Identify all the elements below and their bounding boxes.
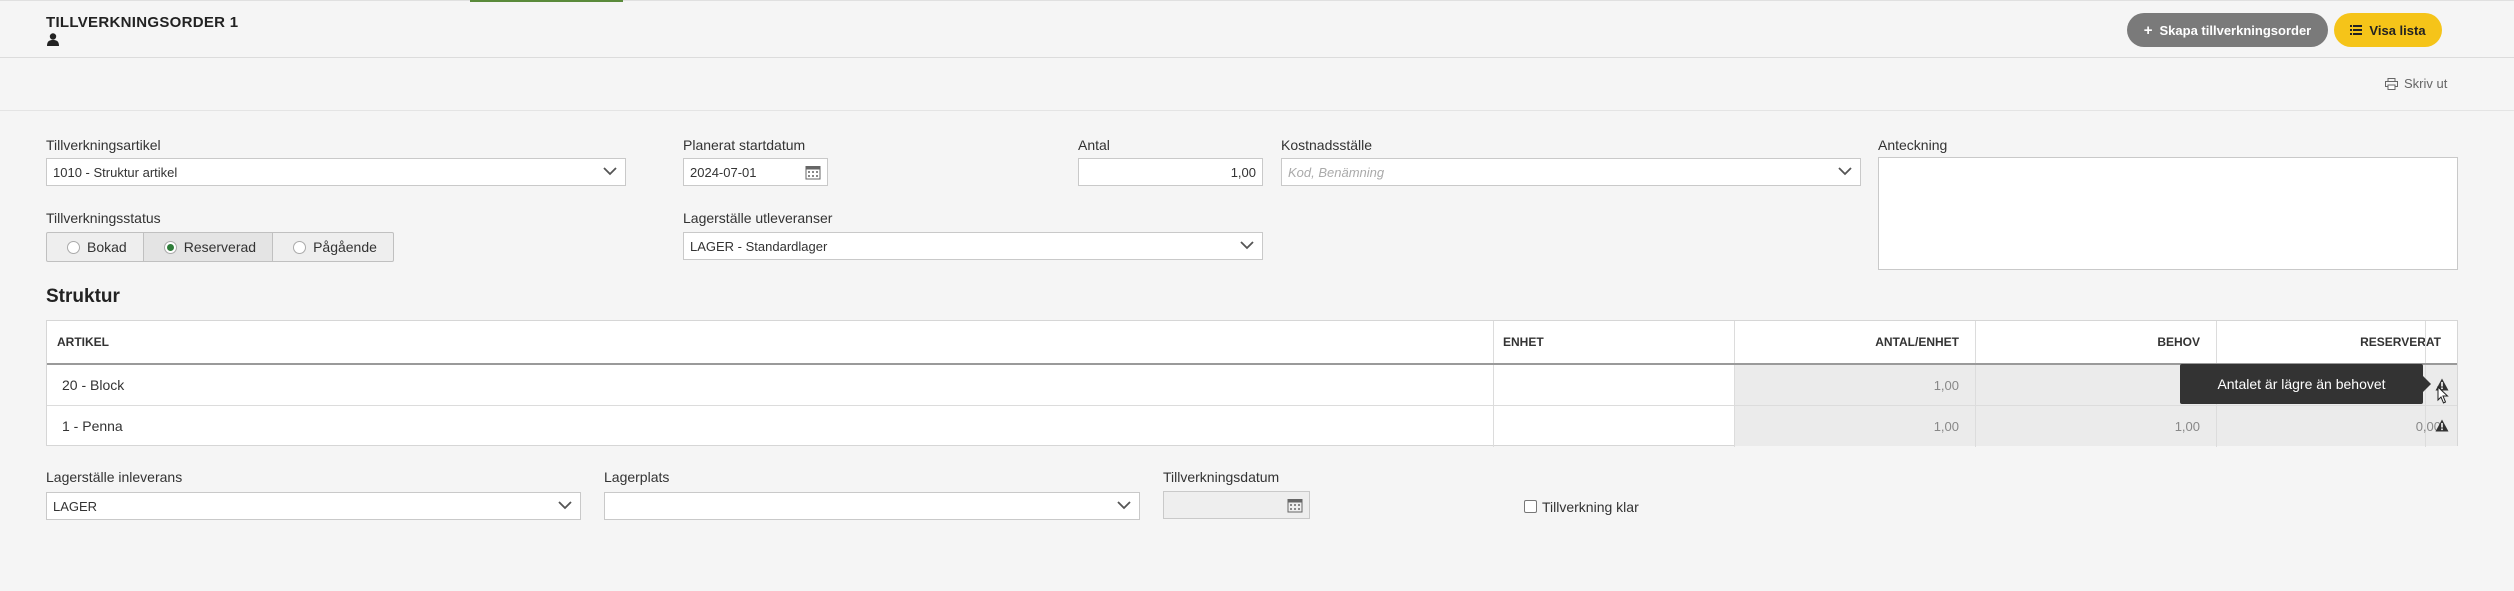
column-divider — [1493, 321, 1494, 447]
column-header-qty-per-unit[interactable]: ANTAL/ENHET — [1735, 321, 1967, 363]
create-production-order-button[interactable]: + Skapa tillverkningsorder — [2127, 13, 2328, 47]
table-row-2-article: 1 - Penna — [62, 418, 123, 434]
cost-center-placeholder: Kod, Benämning — [1288, 164, 1385, 180]
warehouse-out-label: Lagerställe utleveranser — [683, 210, 833, 226]
quantity-value: 1,00 — [1230, 164, 1256, 180]
status-option-bokad[interactable]: Bokad — [47, 233, 144, 261]
column-header-reserved[interactable]: RESERVERAT — [2217, 321, 2449, 363]
create-production-order-label: Skapa tillverkningsorder — [2159, 22, 2312, 38]
production-date-input[interactable] — [1163, 491, 1310, 519]
warehouse-out-select[interactable]: LAGER - Standardlager — [683, 232, 1263, 260]
cost-center-label: Kostnadsställe — [1281, 137, 1373, 153]
header-divider — [47, 363, 2457, 365]
radio-circle-selected — [163, 240, 177, 254]
chevron-down-icon — [1838, 167, 1852, 176]
status-label: Tillverkningsstatus — [46, 210, 161, 226]
status-option-label: Pågående — [313, 239, 377, 255]
note-label: Anteckning — [1878, 137, 1948, 153]
table-row-2-qty-per-unit: 1,00 — [1933, 418, 1959, 434]
list-icon — [2350, 25, 2363, 35]
production-done-label: Tillverkning klar — [1542, 499, 1639, 515]
mouse-cursor-icon — [2437, 386, 2449, 404]
status-option-pagaende[interactable]: Pågående — [273, 233, 393, 261]
page-header: TILLVERKNINGSORDER 1 + Skapa tillverknin… — [0, 1, 2514, 58]
show-list-button[interactable]: Visa lista — [2334, 13, 2442, 47]
cost-center-select[interactable]: Kod, Benämning — [1281, 158, 1861, 186]
quantity-input[interactable]: 1,00 — [1078, 158, 1263, 186]
plus-icon: + — [2143, 21, 2153, 39]
chevron-down-icon — [603, 167, 617, 176]
section-divider — [0, 110, 2514, 111]
status-option-label: Reserverad — [183, 239, 257, 255]
warning-tooltip: Antalet är lägre än behovet — [2180, 364, 2431, 404]
table-row-2-need: 1,00 — [2174, 418, 2200, 434]
print-label: Skriv ut — [2404, 76, 2448, 91]
column-header-need[interactable]: BEHOV — [1976, 321, 2208, 363]
status-option-label: Bokad — [87, 239, 127, 255]
radio-circle — [293, 240, 307, 254]
status-radio-group: Bokad Reserverad Pågående — [46, 232, 394, 262]
start-date-value: 2024-07-01 — [690, 164, 757, 180]
column-header-article[interactable]: ARTIKEL — [57, 321, 1487, 363]
article-value: 1010 - Struktur artikel — [53, 164, 178, 180]
structure-table: ARTIKEL ENHET ANTAL/ENHET BEHOV RESERVER… — [46, 320, 2458, 447]
user-icon — [47, 33, 59, 46]
production-date-label: Tillverkningsdatum — [1163, 469, 1280, 485]
chevron-down-icon — [558, 501, 572, 510]
warehouse-in-label: Lagerställe inleverans — [46, 469, 183, 485]
warehouse-out-value: LAGER - Standardlager — [690, 238, 828, 254]
structure-title: Struktur — [46, 286, 120, 307]
production-done-checkbox[interactable] — [1524, 500, 1537, 513]
article-select[interactable]: 1010 - Struktur artikel — [46, 158, 626, 186]
page-title: TILLVERKNINGSORDER 1 — [46, 14, 239, 31]
start-date-input[interactable]: 2024-07-01 — [683, 158, 828, 186]
article-label: Tillverkningsartikel — [46, 137, 161, 153]
location-label: Lagerplats — [604, 469, 670, 485]
table-row-1-article: 20 - Block — [62, 377, 125, 393]
warning-icon[interactable] — [2435, 419, 2449, 432]
column-header-unit[interactable]: ENHET — [1503, 321, 1733, 363]
start-date-label: Planerat startdatum — [683, 137, 806, 153]
calendar-icon[interactable] — [805, 164, 821, 180]
note-textarea[interactable] — [1878, 157, 2458, 270]
location-select[interactable] — [604, 492, 1140, 520]
quantity-label: Antal — [1078, 137, 1110, 153]
warehouse-in-select[interactable]: LAGER — [46, 492, 581, 520]
table-row-2-reserved: 0,00 — [2415, 418, 2441, 434]
print-button[interactable]: Skriv ut — [2385, 76, 2447, 91]
chevron-down-icon — [1240, 241, 1254, 250]
printer-icon — [2385, 77, 2398, 90]
chevron-down-icon — [1117, 501, 1131, 510]
status-option-reserverad[interactable]: Reserverad — [143, 233, 274, 261]
table-row-1-qty-per-unit: 1,00 — [1933, 377, 1959, 393]
calendar-icon[interactable] — [1287, 497, 1303, 513]
warehouse-in-value: LAGER — [53, 498, 98, 514]
show-list-label: Visa lista — [2369, 22, 2426, 38]
radio-circle — [67, 240, 80, 254]
